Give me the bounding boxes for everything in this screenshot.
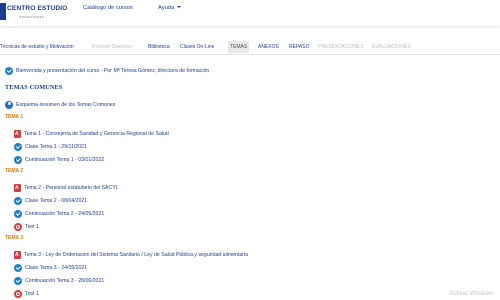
- item-label: Continuación Tema 1 - 03/01/2022: [25, 156, 105, 163]
- course-tabs: Técnicas de estudio y Motivación Proceso…: [0, 41, 500, 55]
- check-icon: [5, 66, 13, 75]
- activation-watermark: Activar Windows: [449, 291, 494, 297]
- test-icon: [14, 289, 22, 298]
- summary-label: Esquema-resumen de los Temas Comunes: [16, 101, 116, 108]
- tab-repaso[interactable]: REPASO: [289, 41, 309, 53]
- check-icon: [14, 155, 22, 164]
- tema-3-continuacion-link[interactable]: Continuación Tema 3 - 28/06/2021: [14, 276, 104, 285]
- tema-1-heading: TEMA 1: [5, 114, 24, 120]
- tab-evaluaciones: EVALUACIONES: [372, 44, 411, 50]
- check-icon: [14, 142, 22, 151]
- nav-catalogo-link[interactable]: Catálogo de cursos: [83, 5, 133, 11]
- top-bar: CENTRO ESTUDIO OPOSICIONES Catálogo de c…: [0, 0, 500, 26]
- item-label: Continuación Tema 2 - 24/05/2021: [25, 210, 105, 217]
- tema-2-clase-link[interactable]: Clase Tema 2 - 08/04/2021: [14, 196, 87, 205]
- section-title-temas-comunes: TEMAS COMUNES: [5, 84, 63, 91]
- tab-temas[interactable]: TEMAS: [228, 41, 250, 53]
- item-label: Tema 3 - Ley de Ordenacion del Sistema S…: [24, 251, 249, 258]
- tema-3-clase-link[interactable]: Clase Tema 3 - 24/05/2021: [14, 263, 87, 272]
- item-label: Test 1: [25, 223, 39, 230]
- intro-link[interactable]: Bienvenida y presentación del curso - Po…: [5, 66, 209, 75]
- pdf-icon: [14, 129, 21, 138]
- summary-link[interactable]: Esquema-resumen de los Temas Comunes: [5, 100, 115, 109]
- item-label: Clase Tema 1 - 29/11/2021: [25, 143, 87, 150]
- logo-text: CENTRO ESTUDIO: [7, 5, 68, 12]
- item-label: Continuación Tema 3 - 28/06/2021: [25, 277, 105, 284]
- item-label: Clase Tema 3 - 24/05/2021: [25, 264, 88, 271]
- tema-2-document-link[interactable]: Tema 2 - Personal estatutario del SACYL: [14, 183, 119, 192]
- nav-ayuda-label: Ayuda: [158, 5, 175, 11]
- item-label: Test 1: [25, 290, 39, 297]
- intro-label: Bienvenida y presentación del curso - Po…: [16, 67, 210, 74]
- tema-3-test-link[interactable]: Test 1: [14, 289, 39, 298]
- item-label: Tema 2 - Personal estatutario del SACYL: [24, 184, 119, 191]
- item-label: Tema 1 - Consejería de Sanidad y Gerenci…: [24, 130, 169, 137]
- logo-mark-icon: [0, 3, 6, 20]
- tab-clases-online[interactable]: Clases On-Line: [180, 41, 214, 53]
- tema-2-test-link[interactable]: Test 1: [14, 222, 39, 231]
- tab-anexos[interactable]: ANEXOS: [258, 41, 279, 53]
- pdf-icon: [14, 250, 21, 259]
- item-label: Clase Tema 2 - 08/04/2021: [25, 197, 88, 204]
- people-icon: [5, 100, 13, 109]
- tab-tecnicas-estudio[interactable]: Técnicas de estudio y Motivación: [0, 41, 74, 53]
- chevron-down-icon: [177, 6, 182, 9]
- check-icon: [14, 196, 22, 205]
- tema-1-clase-link[interactable]: Clase Tema 1 - 29/11/2021: [14, 142, 87, 151]
- tema-2-continuacion-link[interactable]: Continuación Tema 2 - 24/05/2021: [14, 209, 104, 218]
- tab-presentaciones: PRESENTACIONES: [318, 44, 364, 50]
- tema-1-document-link[interactable]: Tema 1 - Consejería de Sanidad y Gerenci…: [14, 129, 169, 138]
- logo[interactable]: CENTRO ESTUDIO OPOSICIONES: [0, 2, 70, 24]
- check-icon: [14, 209, 22, 218]
- tab-proceso-selectivo: Proceso Selectivo: [92, 44, 133, 50]
- nav-ayuda-menu[interactable]: Ayuda: [158, 5, 182, 11]
- tab-biblioteca[interactable]: Biblioteca: [148, 41, 170, 53]
- tema-3-document-link[interactable]: Tema 3 - Ley de Ordenacion del Sistema S…: [14, 250, 248, 259]
- logo-subtext: OPOSICIONES: [19, 15, 45, 19]
- tema-3-heading: TEMA 3: [5, 235, 24, 241]
- check-icon: [14, 263, 22, 272]
- test-icon: [14, 222, 22, 231]
- tema-2-heading: TEMA 2: [5, 168, 24, 174]
- check-icon: [14, 276, 22, 285]
- tema-1-continuacion-link[interactable]: Continuación Tema 1 - 03/01/2022: [14, 155, 104, 164]
- pdf-icon: [14, 183, 21, 192]
